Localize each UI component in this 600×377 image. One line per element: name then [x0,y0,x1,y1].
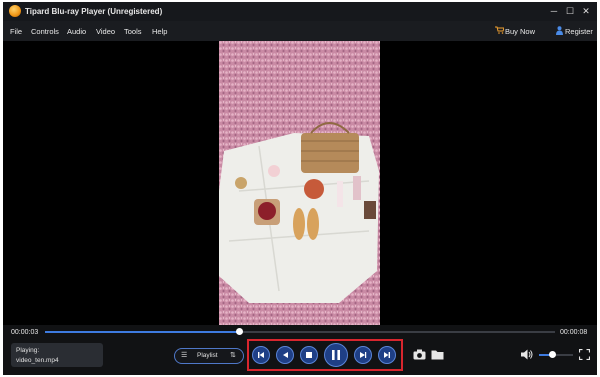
pause-icon [332,350,340,360]
video-frame [219,41,380,325]
previous-icon [258,352,264,358]
title-bar: Tipard Blu-ray Player (Unregistered) ─ ☐… [3,2,597,21]
menu-audio[interactable]: Audio [67,27,86,36]
player-window: Tipard Blu-ray Player (Unregistered) ─ ☐… [3,2,597,375]
volume-slider[interactable] [539,351,573,358]
menu-video[interactable]: Video [96,27,115,36]
total-time: 00:00:08 [560,329,588,336]
menu-controls[interactable]: Controls [31,27,59,36]
menu-file[interactable]: File [10,27,22,36]
cart-icon[interactable] [495,26,504,34]
buy-now-link[interactable]: Buy Now [505,27,535,36]
progress-bar[interactable] [45,328,555,335]
maximize-button[interactable]: ☐ [563,5,577,18]
sort-icon[interactable]: ⇅ [230,351,236,359]
fast-forward-icon [360,352,367,358]
list-icon: ☰ [181,352,188,359]
video-display[interactable] [3,41,597,325]
camera-icon[interactable] [413,349,426,360]
menu-bar: File Controls Audio Video Tools Help Buy… [3,21,597,41]
rewind-icon [283,352,288,358]
register-link[interactable]: Register [565,27,593,36]
current-time: 00:00:03 [11,329,39,336]
playlist-label: Playlist [197,352,218,359]
fast-forward-button[interactable] [354,346,372,364]
app-logo-icon [9,5,21,17]
next-button[interactable] [378,346,396,364]
stop-icon [306,352,312,358]
menu-help[interactable]: Help [152,27,167,36]
playing-filename: video_ten.mp4 [16,357,59,364]
rewind-button[interactable] [276,346,294,364]
playlist-button[interactable]: ☰ Playlist ⇅ [174,348,244,364]
window-title: Tipard Blu-ray Player (Unregistered) [25,7,163,16]
volume-icon[interactable] [521,349,533,360]
close-button[interactable]: ✕ [579,5,593,18]
folder-icon[interactable] [431,349,444,360]
playing-label: Playing: [16,347,40,354]
progress-fill [45,331,239,333]
menu-tools[interactable]: Tools [124,27,142,36]
user-icon[interactable] [556,26,563,35]
now-playing-panel: Playing: video_ten.mp4 [11,343,103,367]
next-icon [384,352,390,358]
previous-button[interactable] [252,346,270,364]
stop-button[interactable] [300,346,318,364]
progress-handle[interactable] [235,328,243,335]
minimize-button[interactable]: ─ [547,5,561,18]
fullscreen-icon[interactable] [579,349,590,360]
volume-handle[interactable] [548,351,556,358]
pause-button[interactable] [324,343,348,367]
